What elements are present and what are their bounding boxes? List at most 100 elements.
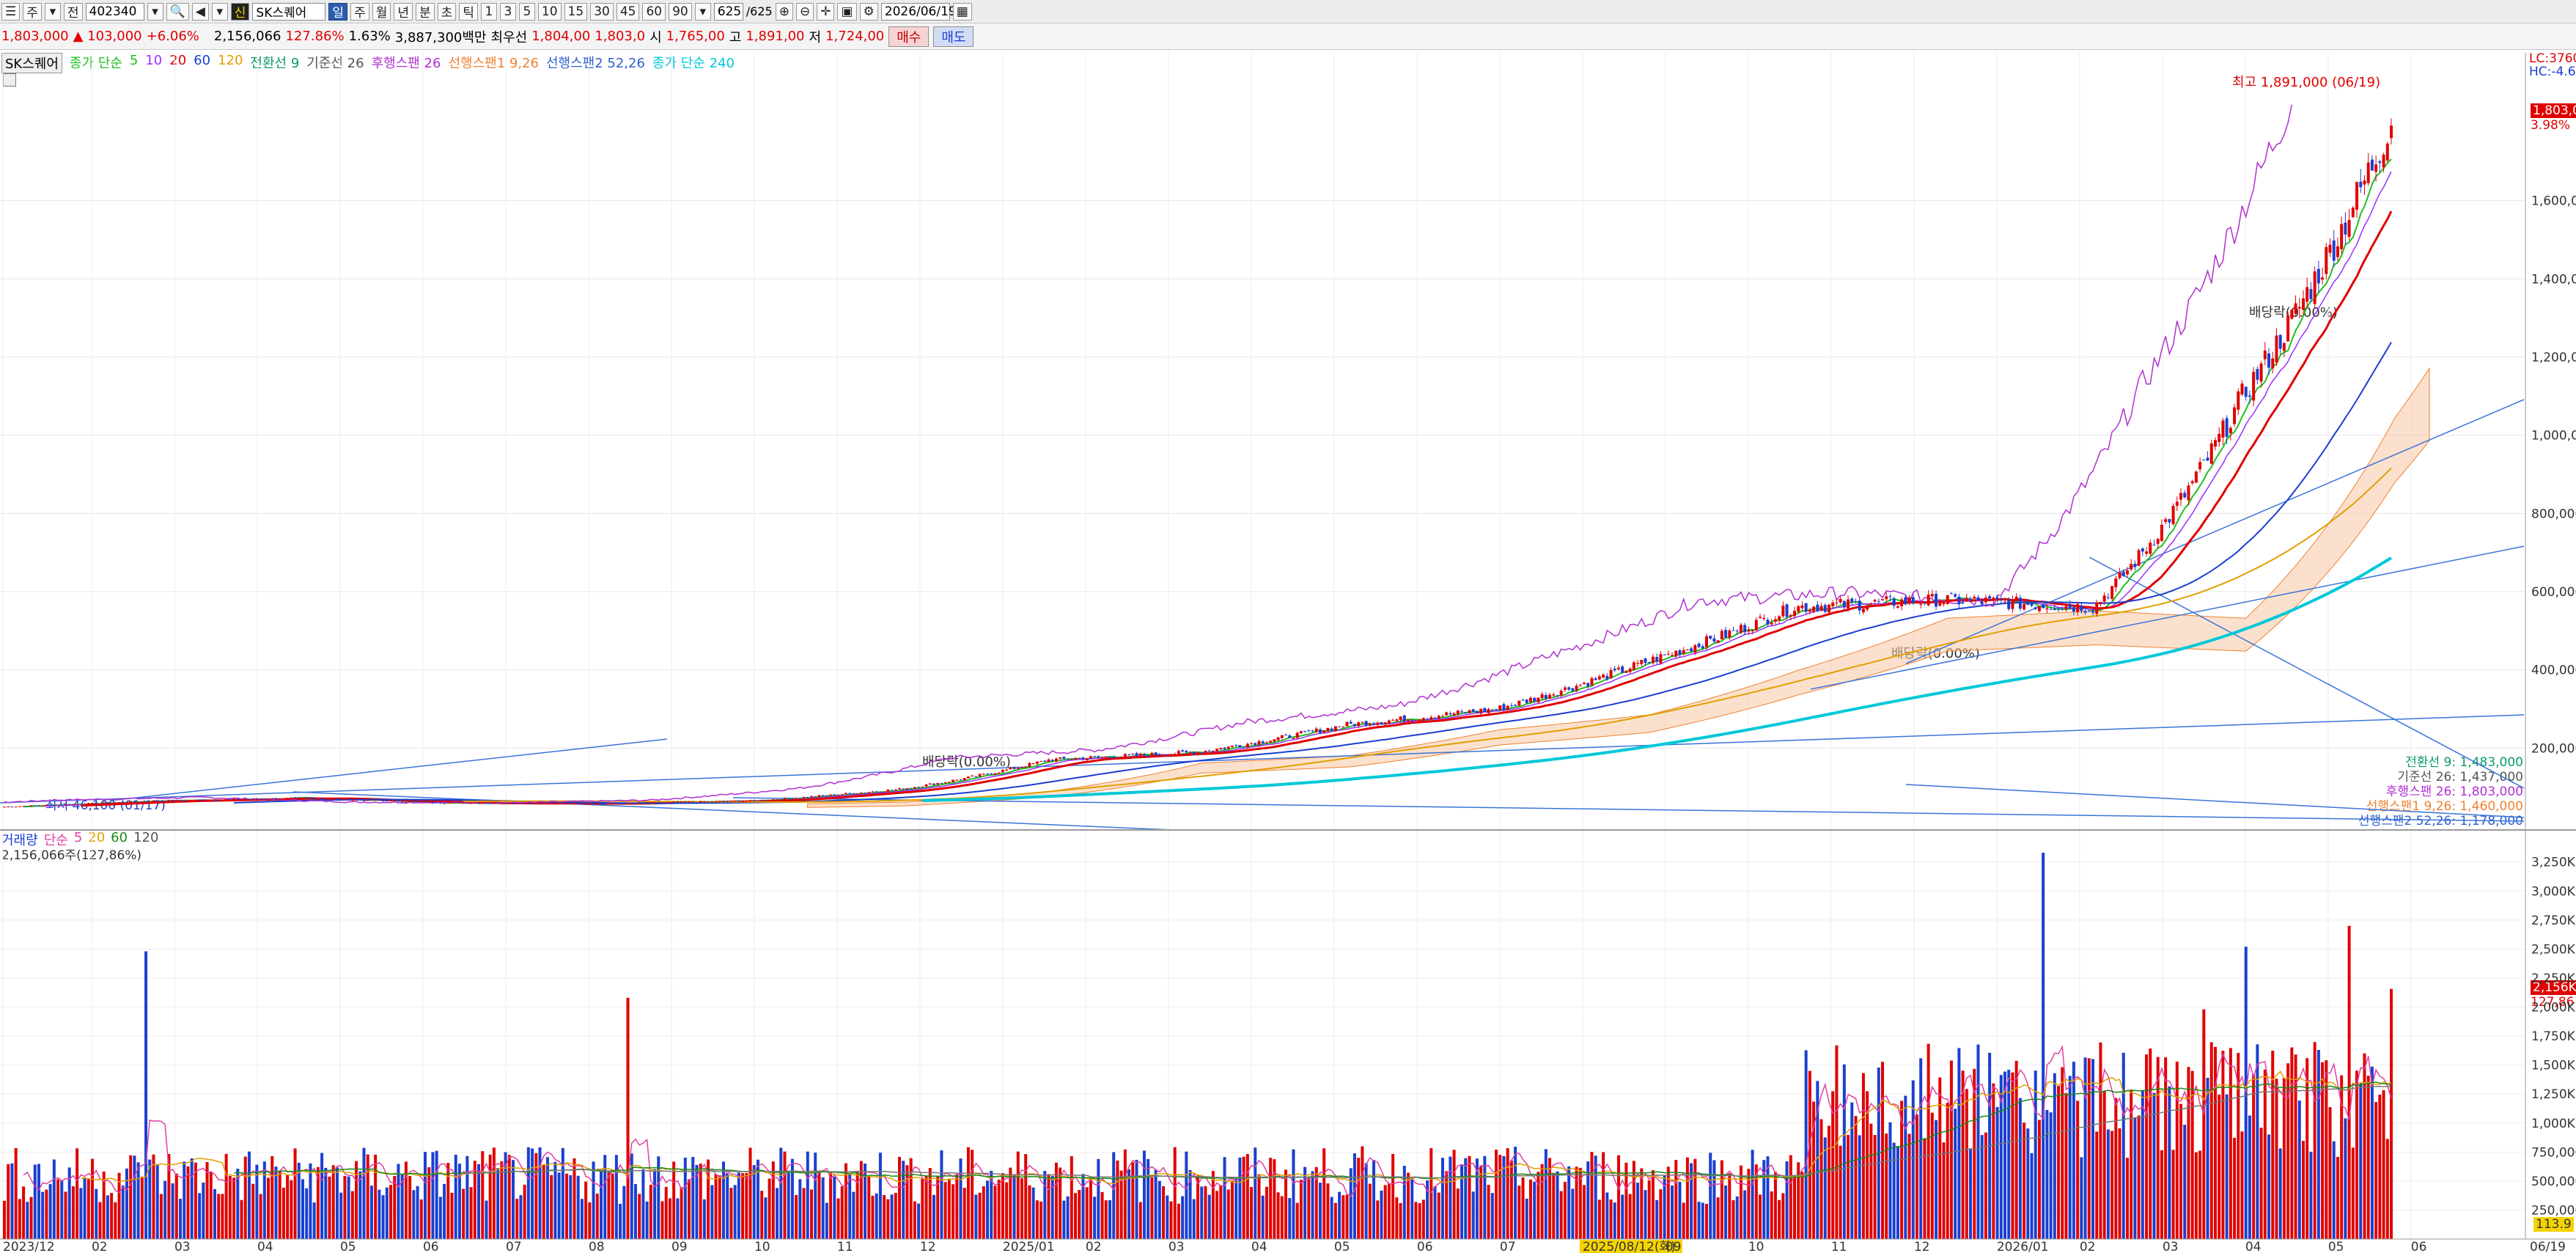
candle-body	[1583, 683, 1586, 684]
candle-body	[1590, 678, 1594, 686]
volume-bar	[148, 1159, 152, 1239]
volume-bar	[209, 1172, 213, 1239]
candle-body	[1954, 594, 1957, 597]
volume-bar	[2049, 1112, 2053, 1239]
candle-body	[1819, 606, 1823, 611]
volume-bar	[2034, 1070, 2037, 1239]
candle-body	[741, 801, 745, 802]
volume-bar	[1919, 1058, 1923, 1239]
volume-bar	[79, 1188, 83, 1239]
candle-body	[764, 800, 768, 801]
volume-bar	[443, 1183, 446, 1239]
volume-bar	[202, 1182, 205, 1239]
volume-bar	[1575, 1166, 1578, 1239]
candle-body	[2374, 164, 2378, 172]
date-axis-label: 05	[1334, 1240, 1350, 1253]
candle-body	[1655, 656, 1659, 662]
volume-bar	[335, 1167, 339, 1239]
volume-axis-label: 1,750K	[2531, 1029, 2576, 1044]
volume-bar	[1873, 1135, 1877, 1239]
volume-bar	[978, 1192, 982, 1239]
volume-bar	[729, 1188, 733, 1239]
volume-bar	[2091, 1059, 2094, 1239]
volume-bar	[1349, 1168, 1353, 1239]
volume-bar	[2202, 1009, 2206, 1239]
candle-body	[1900, 599, 1904, 606]
candle-body	[814, 796, 817, 798]
volume-bar	[829, 1171, 833, 1239]
candle-body	[1938, 602, 1942, 606]
candle-body	[1773, 619, 1777, 622]
volume-bar	[878, 1153, 882, 1239]
volume-bar	[1437, 1192, 1440, 1239]
volume-bar	[2301, 1141, 2305, 1239]
candle-body	[978, 774, 982, 777]
date-axis-label: 06	[423, 1240, 439, 1253]
candle-body	[2316, 268, 2320, 284]
volume-bar	[488, 1154, 492, 1239]
volume-bar	[660, 1201, 664, 1239]
ichimoku-cloud	[807, 367, 2430, 808]
candle-body	[1525, 699, 1528, 703]
volume-bar	[741, 1173, 745, 1239]
volume-bar	[331, 1165, 335, 1239]
volume-bar	[1552, 1172, 1556, 1239]
volume-bar	[883, 1194, 886, 1239]
volume-bar	[580, 1199, 584, 1239]
candle-body	[462, 803, 465, 804]
candle-body	[174, 799, 178, 801]
volume-bar	[1509, 1160, 1513, 1239]
candle-body	[136, 801, 140, 803]
date-axis-label: 06	[1417, 1240, 1433, 1253]
volume-bar	[2355, 1070, 2359, 1239]
volume-bar	[1104, 1200, 1108, 1239]
volume-bar	[1192, 1199, 1196, 1239]
candle-body	[2076, 603, 2080, 612]
candle-body	[2198, 462, 2202, 470]
candle-body	[2072, 606, 2075, 612]
volume-bar	[733, 1185, 737, 1239]
volume-bar	[1682, 1202, 1685, 1239]
candle-body	[1292, 738, 1295, 739]
volume-bar	[1242, 1156, 1245, 1239]
candle-body	[1517, 700, 1521, 706]
candle-body	[71, 804, 75, 805]
candle-body	[1383, 722, 1387, 724]
candle-body	[633, 802, 637, 804]
volume-bar	[1495, 1150, 1498, 1239]
chart-canvas[interactable]: 1,600,000 1,400,000 1,200,000 1,000,000 800,…	[0, 0, 2576, 1253]
volume-bar	[1204, 1186, 1207, 1239]
candle-body	[366, 799, 369, 801]
candle-body	[1919, 603, 1923, 605]
candle-body	[251, 798, 255, 800]
volume-bar	[515, 1199, 519, 1239]
volume-bar	[1460, 1164, 1464, 1239]
volume-bar	[1357, 1158, 1361, 1239]
candle-body	[1012, 767, 1016, 769]
volume-bar	[1559, 1191, 1563, 1239]
volume-bar	[859, 1161, 863, 1239]
volume-bar	[374, 1154, 378, 1239]
candle-body	[485, 803, 488, 804]
date-axis-end: 06/19	[2530, 1240, 2566, 1253]
candle-body	[2156, 539, 2160, 544]
candle-body	[2171, 505, 2175, 524]
volume-bar	[833, 1176, 836, 1239]
candle-body	[2340, 224, 2344, 249]
volume-bar	[752, 1165, 756, 1239]
volume-bar	[2316, 1049, 2320, 1239]
volume-bar	[1709, 1153, 1712, 1239]
volume-bar	[7, 1164, 10, 1239]
volume-bar	[247, 1151, 251, 1239]
volume-bar	[1823, 1137, 1827, 1239]
candle-body	[2026, 603, 2030, 605]
candle-body	[1823, 605, 1827, 612]
volume-bar	[718, 1175, 721, 1239]
volume-bar	[2286, 1063, 2290, 1239]
volume-bar	[64, 1191, 67, 1239]
volume-bar	[1468, 1155, 1471, 1239]
candle-body	[1364, 721, 1368, 726]
volume-bar	[1238, 1157, 1242, 1239]
volume-bar	[1372, 1160, 1376, 1239]
volume-bar	[114, 1202, 117, 1239]
